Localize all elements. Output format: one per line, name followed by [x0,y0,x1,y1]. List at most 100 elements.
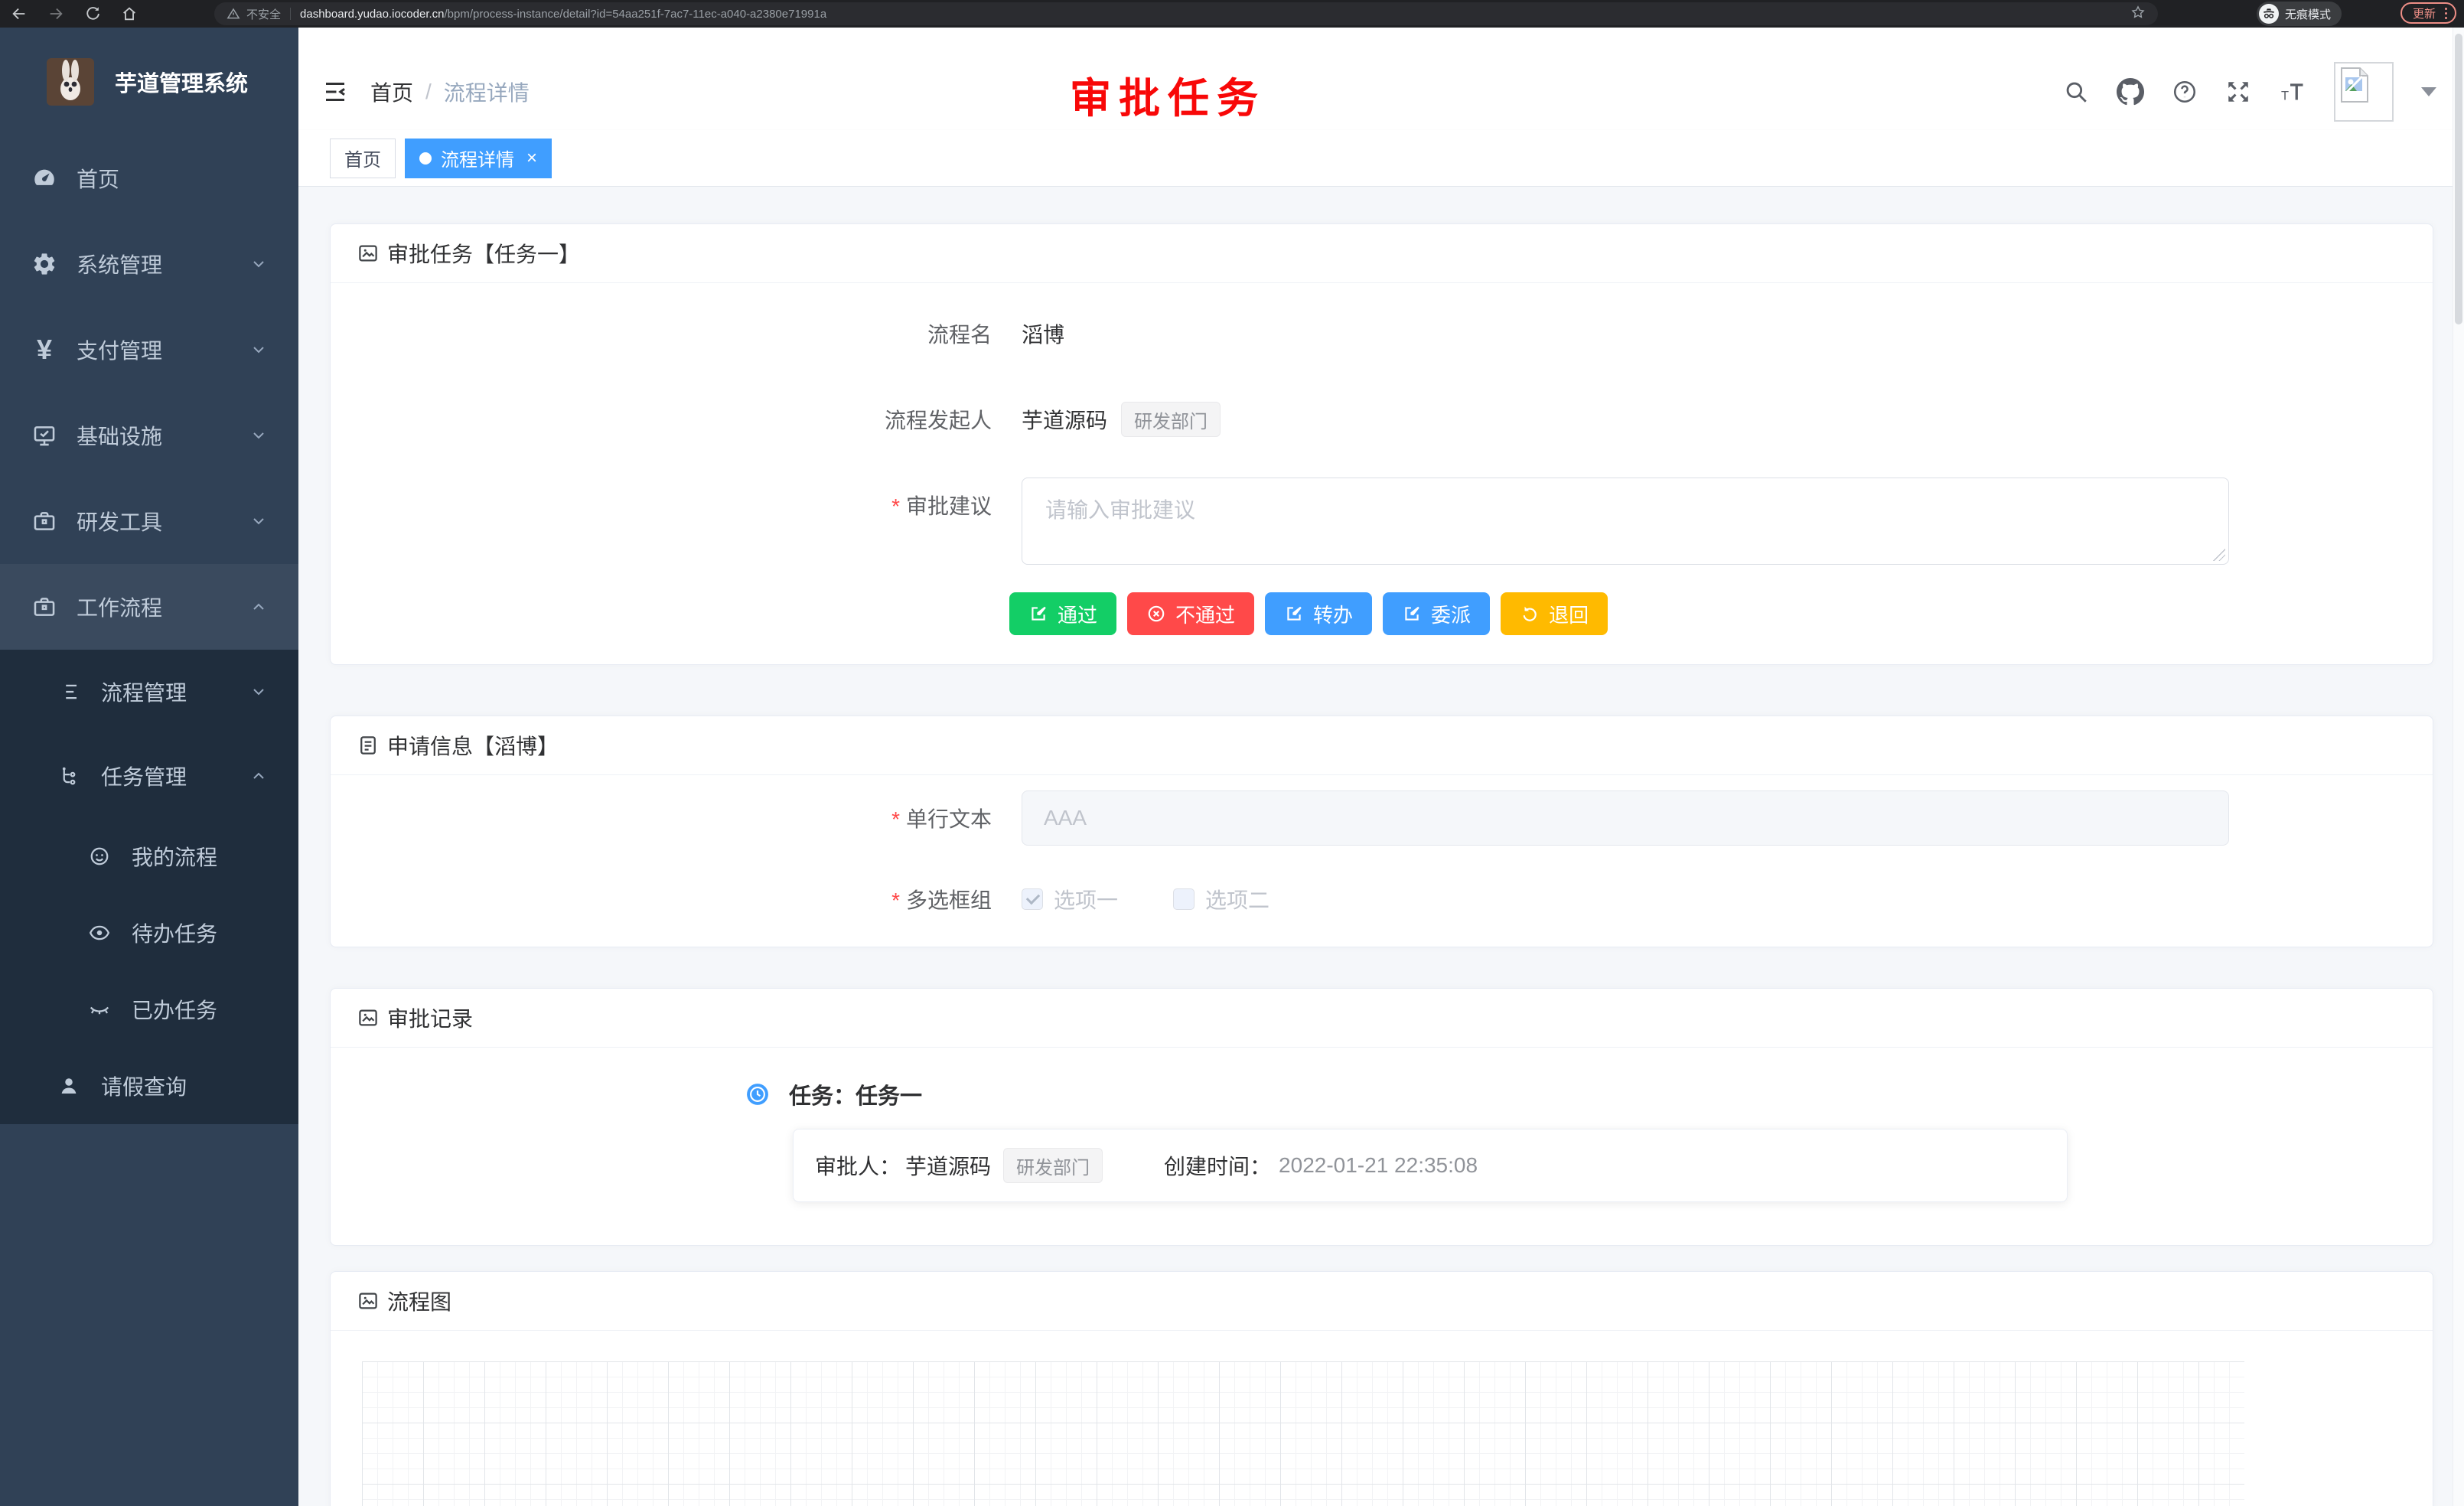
sidebar-item-done-tasks[interactable]: 已办任务 [0,971,298,1048]
sidebar-item-label: 任务管理 [101,761,187,791]
tags-view: 首页 流程详情 × [298,130,2464,187]
fullscreen-icon[interactable] [2225,79,2251,105]
yen-icon: ¥ [31,336,58,363]
search-icon[interactable] [2063,79,2089,105]
resize-grip-icon[interactable] [2213,549,2225,561]
form-row-advice: *审批建议 请输入审批建议 [331,478,2433,565]
checkbox-group: 选项一 选项二 [1022,884,1306,914]
sidebar-item-label: 我的流程 [132,841,217,872]
github-icon[interactable] [2117,78,2144,106]
forward-icon[interactable] [47,5,64,22]
sidebar-item-task-mgmt[interactable]: 任务管理 [0,734,298,818]
bpmn-canvas[interactable] [362,1361,2244,1506]
sidebar-item-label: 请假查询 [101,1071,187,1101]
page-scrollbar[interactable] [2453,28,2464,1506]
browser-toolbar: 不安全 dashboard.yudao.iocoder.cn/bpm/proce… [0,0,2464,28]
hamburger-icon[interactable] [321,78,349,106]
sidebar-item-devtools[interactable]: 研发工具 [0,478,298,564]
avatar[interactable] [2334,62,2394,122]
transfer-button[interactable]: 转办 [1265,592,1372,635]
reload-icon[interactable] [84,5,101,22]
app-title: 芋道管理系统 [115,66,248,98]
clock-icon [746,1083,769,1106]
approve-button[interactable]: 通过 [1009,592,1116,635]
checkbox-checked-icon [1022,888,1043,910]
logo-row[interactable]: 芋道管理系统 [0,28,298,135]
advice-textarea[interactable]: 请输入审批建议 [1022,478,2229,565]
apply-info-card: 申请信息【滔博】 *单行文本 *多选框组 选项一 [330,716,2433,947]
back-icon[interactable] [11,5,28,22]
form-row-process-name: 流程名 滔博 [331,306,2433,361]
reject-button[interactable]: 不通过 [1127,592,1254,635]
chevron-down-icon [249,512,268,530]
browser-nav-buttons [11,0,138,28]
card-title: 申请信息【滔博】 [387,730,559,761]
broken-image-icon [2339,67,2369,107]
card-body: 流程名 滔博 流程发起人 芋道源码 研发部门 *审批建议 请输入审批建议 [331,283,2433,664]
approver-card: 审批人：芋道源码 研发部门 创建时间： 2022-01-21 22:35:08 [793,1129,2068,1202]
sidebar-item-leave-query[interactable]: 请假查询 [0,1048,298,1124]
card-title: 审批记录 [387,1002,473,1033]
star-icon[interactable] [2130,5,2146,23]
form-row-initiator: 流程发起人 芋道源码 研发部门 [331,392,2433,447]
initiator-value: 芋道源码 [1022,404,1107,435]
advice-placeholder: 请输入审批建议 [1045,494,1195,524]
url-text: dashboard.yudao.iocoder.cn/bpm/process-i… [300,8,826,21]
sidebar-item-process-mgmt[interactable]: 流程管理 [0,650,298,734]
dept-tag: 研发部门 [1003,1148,1103,1183]
sidebar-item-label: 首页 [77,163,119,194]
sidebar-item-my-process[interactable]: 我的流程 [0,818,298,895]
incognito-icon [2259,4,2279,24]
update-button[interactable]: 更新 [2400,2,2456,24]
tab-home[interactable]: 首页 [330,139,396,178]
sidebar-item-infra[interactable]: 基础设施 [0,393,298,478]
approval-record-card: 审批记录 任务：任务一 审批人：芋道源码 研发部门 创建时间： 2022-01-… [330,988,2433,1246]
picture-icon [357,1289,380,1312]
process-name-label: 流程名 [331,318,1022,349]
navbar-left: 首页 / 流程详情 [321,77,530,107]
card-header: 流程图 [331,1272,2433,1331]
sidebar-item-label: 系统管理 [77,249,162,279]
svg-text:T: T [2281,90,2289,103]
sidebar-item-label: 流程管理 [101,676,187,707]
home-icon[interactable] [121,5,138,22]
chevron-up-icon [249,598,268,616]
caret-down-icon[interactable] [2421,87,2436,96]
scrollbar-thumb[interactable] [2455,34,2462,324]
sidebar-item-payment[interactable]: ¥ 支付管理 [0,307,298,393]
navbar: 首页 / 流程详情 T [298,28,2464,130]
workflow-submenu: 流程管理 任务管理 我的流程 待办任务 已办任务 请假 [0,650,298,1124]
sidebar-item-home[interactable]: 首页 [0,135,298,221]
tab-process-detail[interactable]: 流程详情 × [405,139,552,178]
update-label: 更新 [2413,5,2436,21]
briefcase-icon [31,508,58,534]
return-button[interactable]: 退回 [1501,592,1608,635]
close-icon[interactable]: × [526,149,537,168]
browser-menu-icon[interactable] [2445,8,2447,19]
card-body: *单行文本 *多选框组 选项一 选项二 [331,775,2433,922]
sidebar: 芋道管理系统 首页 系统管理 ¥ 支付管理 基础设施 研发工具 [0,28,298,1506]
form-row-checkboxes: *多选框组 选项一 选项二 [331,876,2433,922]
security-label: 不安全 [246,6,281,22]
card-body: 任务：任务一 审批人：芋道源码 研发部门 创建时间： 2022-01-21 22… [331,1078,2433,1202]
font-size-icon[interactable]: T [2279,78,2306,106]
breadcrumb-home[interactable]: 首页 [370,77,413,107]
sidebar-item-system[interactable]: 系统管理 [0,221,298,307]
sidebar-item-label: 待办任务 [132,918,217,948]
process-name-value: 滔博 [1022,318,1064,349]
address-bar[interactable]: 不安全 dashboard.yudao.iocoder.cn/bpm/proce… [214,2,2158,25]
required-asterisk: * [891,807,900,831]
chevron-down-icon [249,255,268,273]
help-icon[interactable] [2172,79,2198,105]
approver-name: 芋道源码 [905,1150,991,1181]
checkbox-option-1: 选项一 [1022,884,1118,914]
sidebar-item-todo-tasks[interactable]: 待办任务 [0,895,298,971]
checkbox-option-2: 选项二 [1173,884,1269,914]
sidebar-item-workflow[interactable]: 工作流程 [0,564,298,650]
dept-tag: 研发部门 [1121,402,1221,437]
face-icon [86,845,113,868]
initiator-label: 流程发起人 [331,404,1022,435]
delegate-button[interactable]: 委派 [1383,592,1490,635]
required-asterisk: * [891,494,900,518]
card-title: 流程图 [387,1286,451,1316]
